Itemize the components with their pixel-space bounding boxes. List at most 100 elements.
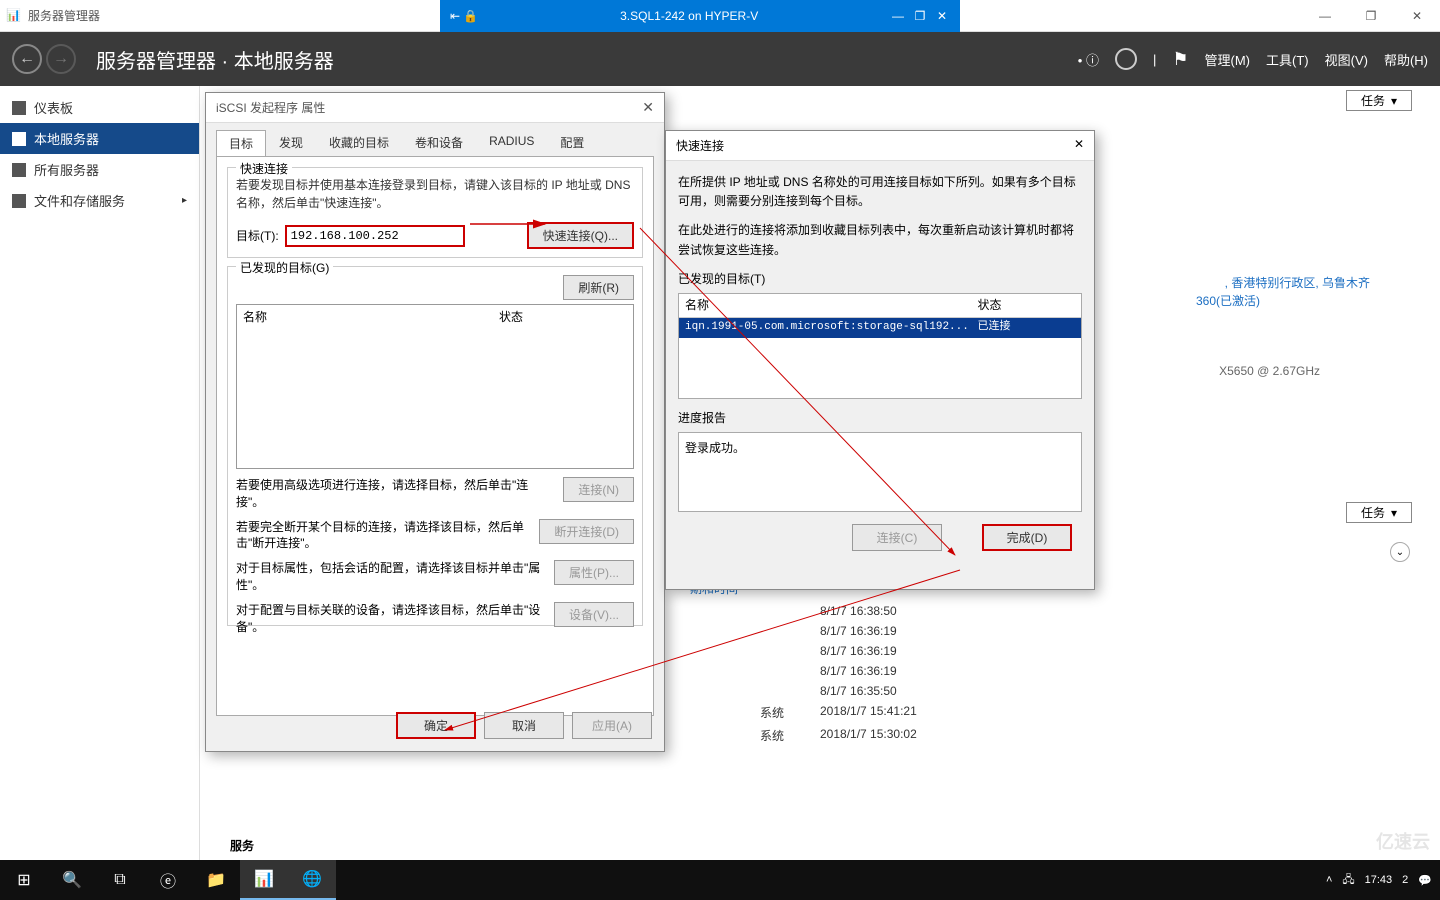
refresh-dropdown[interactable]: • ⓘ bbox=[1078, 50, 1099, 69]
tray-chevron-icon[interactable]: ˄ bbox=[1326, 874, 1332, 886]
target-label: 目标(T): bbox=[236, 227, 279, 244]
timezone-link[interactable]: , 香港特别行政区, 乌鲁木齐 bbox=[1225, 274, 1370, 291]
system-tray[interactable]: ˄ 🖧 17:43 2 💬 bbox=[1326, 871, 1440, 890]
expand-button[interactable]: ⌄ bbox=[1390, 542, 1410, 562]
search-button[interactable]: 🔍 bbox=[48, 860, 96, 900]
quick-connect-group: 快速连接 若要发现目标并使用基本连接登录到目标，请键入该目标的 IP 地址或 D… bbox=[227, 167, 643, 258]
tasks-dropdown-2[interactable]: 任务▾ bbox=[1346, 502, 1412, 523]
quick-connect-dialog: 快速连接 ✕ 在所提供 IP 地址或 DNS 名称处的可用连接目标如下所列。如果… bbox=[665, 130, 1095, 590]
sidebar-item-dashboard[interactable]: 仪表板 bbox=[0, 92, 199, 123]
refresh-button[interactable]: 刷新(R) bbox=[563, 275, 634, 300]
help-text: 对于目标属性，包括会话的配置，请选择该目标并单击"属性"。 bbox=[236, 560, 546, 594]
hyperv-title: 3.SQL1-242 on HYPER-V bbox=[488, 9, 890, 23]
discovered-label: 已发现的目标(T) bbox=[678, 270, 1082, 289]
sidebar-label: 仪表板 bbox=[34, 98, 73, 117]
help-text: 在此处进行的连接将添加到收藏目标列表中，每次重新启动该计算机时都将尝试恢复这些连… bbox=[678, 221, 1082, 259]
watermark: 亿速云 bbox=[1376, 828, 1430, 854]
menu-tools[interactable]: 工具(T) bbox=[1266, 50, 1309, 69]
explorer-icon[interactable]: 📁 bbox=[192, 860, 240, 900]
sidebar-item-file-storage[interactable]: 文件和存储服务▸ bbox=[0, 185, 199, 216]
report-label: 进度报告 bbox=[678, 409, 1082, 428]
tabstrip: 目标 发现 收藏的目标 卷和设备 RADIUS 配置 bbox=[206, 123, 664, 156]
chevron-down-icon: ▾ bbox=[1391, 94, 1397, 108]
notifications-button[interactable]: 💬 bbox=[1418, 874, 1432, 887]
tab-targets[interactable]: 目标 bbox=[216, 130, 266, 157]
tab-radius[interactable]: RADIUS bbox=[476, 129, 547, 156]
close-button[interactable]: ✕ bbox=[1394, 0, 1440, 32]
discovered-targets-group: 已发现的目标(G) 刷新(R) 名称状态 若要使用高级选项进行连接，请选择目标，… bbox=[227, 266, 643, 626]
tab-volumes[interactable]: 卷和设备 bbox=[402, 129, 476, 156]
col-status: 状态 bbox=[499, 308, 627, 325]
help-text: 若要发现目标并使用基本连接登录到目标，请键入该目标的 IP 地址或 DNS 名称… bbox=[236, 176, 634, 212]
hv-minimize-button[interactable]: — bbox=[890, 9, 906, 23]
devices-button[interactable]: 设备(V)... bbox=[554, 602, 634, 627]
list-item[interactable]: iqn.1991-05.com.microsoft:storage-sql192… bbox=[679, 318, 1081, 338]
sidebar-item-all-servers[interactable]: 所有服务器 bbox=[0, 154, 199, 185]
tab-discovery[interactable]: 发现 bbox=[266, 129, 316, 156]
help-text: 若要使用高级选项进行连接，请选择目标，然后单击"连接"。 bbox=[236, 477, 555, 511]
col-name: 名称 bbox=[685, 296, 978, 315]
disconnect-button[interactable]: 断开连接(D) bbox=[539, 519, 634, 544]
server-manager-icon[interactable]: 📊 bbox=[240, 860, 288, 900]
iscsi-initiator-dialog: iSCSI 发起程序 属性 ✕ 目标 发现 收藏的目标 卷和设备 RADIUS … bbox=[205, 92, 665, 752]
ie-icon[interactable]: ⓔ bbox=[144, 860, 192, 900]
help-text: 对于配置与目标关联的设备，请选择该目标，然后单击"设备"。 bbox=[236, 602, 546, 636]
menu-help[interactable]: 帮助(H) bbox=[1384, 50, 1428, 69]
progress-report: 登录成功。 bbox=[678, 432, 1082, 512]
apply-button[interactable]: 应用(A) bbox=[572, 712, 652, 739]
qc-targets-list[interactable]: 名称状态 iqn.1991-05.com.microsoft:storage-s… bbox=[678, 293, 1082, 399]
quick-connect-button[interactable]: 快速连接(Q)... bbox=[527, 222, 634, 249]
chevron-right-icon: ▸ bbox=[182, 195, 187, 206]
menu-manage[interactable]: 管理(M) bbox=[1205, 50, 1251, 69]
dialog-title: 快速连接 bbox=[676, 137, 724, 154]
cancel-button[interactable]: 取消 bbox=[484, 712, 564, 739]
target-input[interactable] bbox=[285, 225, 465, 247]
ok-button[interactable]: 确定 bbox=[396, 712, 476, 739]
dialog-title: iSCSI 发起程序 属性 bbox=[216, 99, 325, 116]
connect-button[interactable]: 连接(N) bbox=[563, 477, 634, 502]
separator: | bbox=[1153, 52, 1156, 67]
date: 2 bbox=[1402, 874, 1408, 886]
dialog-titlebar: 快速连接 ✕ bbox=[666, 131, 1094, 161]
sidebar-item-local-server[interactable]: 本地服务器 bbox=[0, 123, 199, 154]
tray-network-icon[interactable]: 🖧 bbox=[1342, 871, 1354, 890]
sidebar-label: 所有服务器 bbox=[34, 160, 99, 179]
help-text: 若要完全断开某个目标的连接，请选择该目标，然后单击"断开连接"。 bbox=[236, 519, 531, 553]
app-icon[interactable]: 🌐 bbox=[288, 860, 336, 900]
properties-button[interactable]: 属性(P)... bbox=[554, 560, 634, 585]
flag-icon[interactable]: ⚑ bbox=[1172, 49, 1188, 70]
clock[interactable]: 17:43 bbox=[1365, 874, 1393, 886]
back-button[interactable]: ← bbox=[12, 44, 42, 74]
targets-list[interactable]: 名称状态 bbox=[236, 304, 634, 469]
tab-config[interactable]: 配置 bbox=[547, 129, 597, 156]
activation-link[interactable]: 360(已激活) bbox=[1196, 292, 1260, 309]
menu-view[interactable]: 视图(V) bbox=[1325, 50, 1368, 69]
close-icon[interactable]: ✕ bbox=[1074, 137, 1084, 154]
dialog-titlebar: iSCSI 发起程序 属性 ✕ bbox=[206, 93, 664, 123]
connect-button[interactable]: 连接(C) bbox=[852, 524, 942, 551]
help-text: 在所提供 IP 地址或 DNS 名称处的可用连接目标如下所列。如果有多个目标可用… bbox=[678, 173, 1082, 211]
pin-icon[interactable]: ⇤ 🔒 bbox=[450, 9, 478, 23]
taskbar: ⊞ 🔍 ⧉ ⓔ 📁 📊 🌐 ˄ 🖧 17:43 2 💬 bbox=[0, 860, 1440, 900]
minimize-button[interactable]: — bbox=[1302, 0, 1348, 32]
sidebar: 仪表板 本地服务器 所有服务器 文件和存储服务▸ bbox=[0, 86, 200, 860]
sidebar-label: 本地服务器 bbox=[34, 129, 99, 148]
hv-restore-button[interactable]: ❐ bbox=[912, 9, 928, 23]
tasks-dropdown[interactable]: 任务▾ bbox=[1346, 90, 1412, 111]
tab-favorites[interactable]: 收藏的目标 bbox=[316, 129, 402, 156]
close-icon[interactable]: ✕ bbox=[642, 99, 654, 116]
col-status: 状态 bbox=[978, 296, 1076, 315]
start-button[interactable]: ⊞ bbox=[0, 860, 48, 900]
hv-close-button[interactable]: ✕ bbox=[934, 9, 950, 23]
breadcrumb: 服务器管理器 · 本地服务器 bbox=[96, 45, 334, 74]
forward-button[interactable]: → bbox=[46, 44, 76, 74]
group-label: 已发现的目标(G) bbox=[236, 259, 333, 276]
refresh-icon[interactable] bbox=[1115, 48, 1137, 70]
window-buttons: — ❐ ✕ bbox=[1302, 0, 1440, 32]
col-name: 名称 bbox=[243, 308, 499, 325]
done-button[interactable]: 完成(D) bbox=[982, 524, 1072, 551]
server-manager-header: ← → 服务器管理器 · 本地服务器 • ⓘ | ⚑ 管理(M) 工具(T) 视… bbox=[0, 32, 1440, 86]
task-view-button[interactable]: ⧉ bbox=[96, 860, 144, 900]
cpu-info: X5650 @ 2.67GHz bbox=[1219, 364, 1320, 378]
maximize-button[interactable]: ❐ bbox=[1348, 0, 1394, 32]
